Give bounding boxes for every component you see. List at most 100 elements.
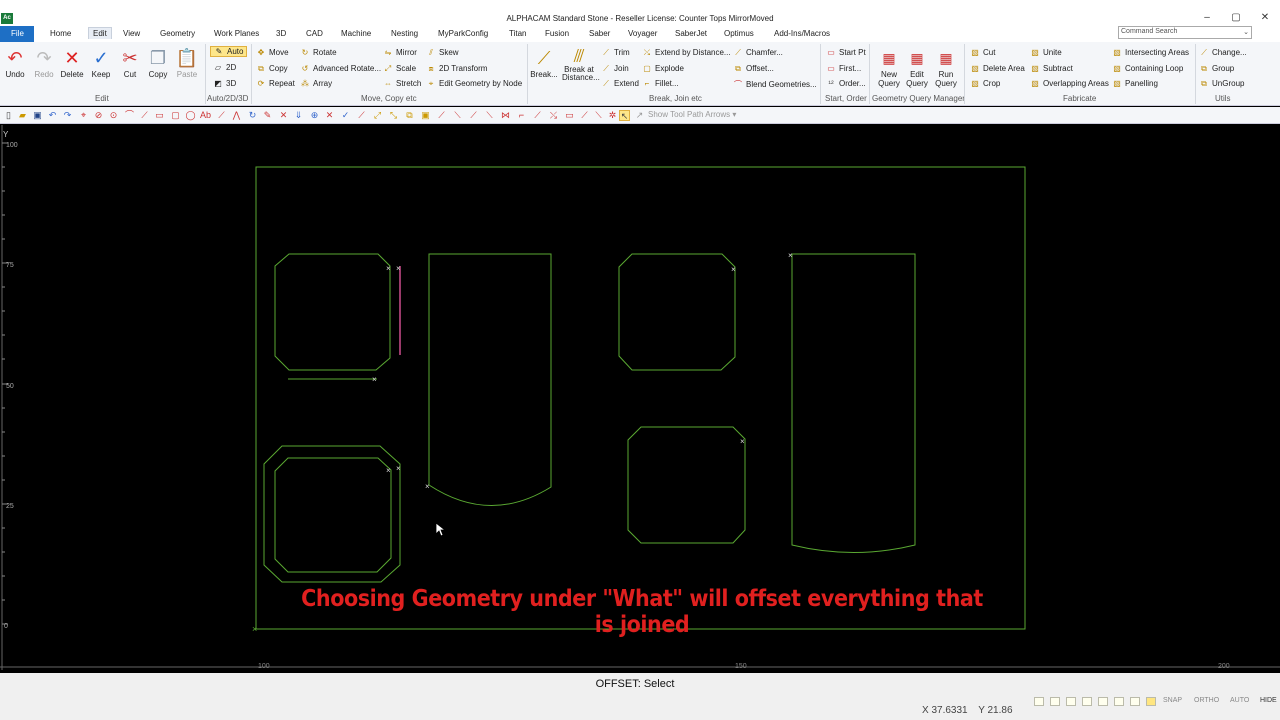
- tool-icon[interactable]: ▣: [420, 110, 431, 121]
- mirror-button[interactable]: ⇋ Mirror: [383, 48, 417, 57]
- extend-by-distance-button[interactable]: ⤯ Extend by Distance...: [642, 48, 731, 58]
- subtract-button[interactable]: ▧ Subtract: [1030, 64, 1073, 73]
- tab-myparkconfig[interactable]: MyParkConfig: [438, 29, 488, 38]
- tab-voyager[interactable]: Voyager: [628, 29, 657, 38]
- tool-icon[interactable]: ⧉: [404, 110, 415, 121]
- show-tool-path-arrows-toggle[interactable]: Show Tool Path Arrows ▾: [648, 110, 736, 119]
- intersecting-areas-button[interactable]: ▧ Intersecting Areas: [1112, 48, 1189, 57]
- status-toggle-icon[interactable]: [1082, 697, 1092, 706]
- u-shape-part[interactable]: [428, 253, 552, 506]
- tab-fusion[interactable]: Fusion: [545, 29, 569, 38]
- array-button[interactable]: ⁂ Array: [300, 79, 332, 88]
- tool-icon[interactable]: ⟍: [593, 110, 604, 121]
- tool-icon[interactable]: ⟋: [356, 110, 367, 121]
- panelling-button[interactable]: ▧ Panelling: [1112, 79, 1158, 88]
- zoom-icon[interactable]: ⊕: [309, 110, 320, 121]
- extend-button[interactable]: ⟋ Extend: [601, 79, 639, 89]
- group-button[interactable]: ⧉ Group: [1199, 64, 1234, 74]
- tab-geometry[interactable]: Geometry: [160, 29, 195, 38]
- redo-button[interactable]: ↷ Redo: [29, 46, 59, 79]
- blend-geometries-button[interactable]: ⌒ Blend Geometries...: [733, 79, 817, 90]
- tab-edit[interactable]: Edit: [88, 27, 112, 39]
- tool-icon[interactable]: ⟋: [436, 110, 447, 121]
- first-button[interactable]: ▭ First...: [826, 64, 861, 73]
- status-toggle-icon[interactable]: [1130, 697, 1140, 706]
- tab-saberjet[interactable]: SaberJet: [675, 29, 707, 38]
- status-toggle-icon[interactable]: [1050, 697, 1060, 706]
- redo-icon[interactable]: ↷: [62, 110, 73, 121]
- repeat-button[interactable]: ⟳ Repeat: [256, 79, 295, 88]
- hide-toggle[interactable]: HIDE: [1260, 697, 1277, 704]
- offset-octagon-outer[interactable]: [263, 445, 401, 583]
- ungroup-button[interactable]: ⧉ UnGroup: [1199, 79, 1244, 89]
- unite-button[interactable]: ▧ Unite: [1030, 48, 1061, 57]
- cut-button[interactable]: ✂ Cut: [115, 46, 145, 79]
- break-button[interactable]: ⟋ Break...: [529, 46, 559, 79]
- mode-3d-button[interactable]: ◩ 3D: [213, 79, 236, 88]
- undo-button[interactable]: ↶ Undo: [0, 46, 30, 79]
- crop-button[interactable]: ▧ Crop: [970, 79, 1000, 88]
- select-tool-icon[interactable]: ↖: [619, 110, 630, 121]
- fabricate-cut-button[interactable]: ▧ Cut: [970, 48, 995, 57]
- edit-icon[interactable]: ✎: [262, 110, 273, 121]
- keep-button[interactable]: ✓ Keep: [86, 46, 116, 79]
- square-tool-icon[interactable]: ▢: [170, 110, 181, 121]
- explode-button[interactable]: ▢ Explode: [642, 64, 684, 73]
- change-button[interactable]: ⟋ Change...: [1199, 48, 1247, 58]
- open-folder-icon[interactable]: ▰: [17, 110, 28, 121]
- save-icon[interactable]: ▣: [32, 110, 43, 121]
- text-tool-icon[interactable]: Ab: [200, 110, 211, 121]
- tool-icon[interactable]: ⌐: [516, 110, 527, 121]
- auto-button[interactable]: ✎ Auto: [210, 46, 248, 57]
- command-search-input[interactable]: Command Search ⌄: [1118, 26, 1252, 39]
- start-pt-button[interactable]: ▭ Start Pt: [826, 48, 865, 57]
- tool-path-arrows-icon[interactable]: ↗: [634, 110, 645, 121]
- tab-home[interactable]: Home: [50, 29, 71, 38]
- tool-icon[interactable]: ⤡: [388, 110, 399, 121]
- status-toggle-icon[interactable]: [1098, 697, 1108, 706]
- new-query-button[interactable]: ▦ New Query: [874, 46, 904, 88]
- chamfer-button[interactable]: ⟋ Chamfer...: [733, 48, 783, 58]
- tool-icon[interactable]: ⟍: [452, 110, 463, 121]
- fillet-button[interactable]: ⌐ Fillet...: [642, 79, 679, 88]
- run-query-button[interactable]: ▦ Run Query: [931, 46, 961, 88]
- move-down-icon[interactable]: ⇓: [293, 110, 304, 121]
- delete-icon[interactable]: ✕: [324, 110, 335, 121]
- u-shape-part[interactable]: [791, 253, 916, 553]
- octagon-part[interactable]: [618, 253, 736, 371]
- tool-icon[interactable]: ⟋: [532, 110, 543, 121]
- new-file-icon[interactable]: ▯: [3, 110, 14, 121]
- tool-icon[interactable]: ⤯: [548, 110, 559, 121]
- break-at-distance-button[interactable]: ⫻ Break at Distance...: [562, 46, 600, 82]
- ellipse-tool-icon[interactable]: ◯: [185, 110, 196, 121]
- move-button[interactable]: ✥ Move: [256, 48, 289, 57]
- tab-nesting[interactable]: Nesting: [391, 29, 418, 38]
- arc-tool-icon[interactable]: ⌒: [124, 110, 135, 121]
- status-toggle-icon[interactable]: [1146, 697, 1156, 706]
- copy-geometry-button[interactable]: ⧉ Copy: [256, 64, 288, 74]
- close-button[interactable]: ✕: [1258, 12, 1272, 23]
- polyline-tool-icon[interactable]: ⋀: [231, 110, 242, 121]
- delete-area-button[interactable]: ▧ Delete Area: [970, 64, 1025, 73]
- tab-work-planes[interactable]: Work Planes: [214, 29, 259, 38]
- advanced-rotate-button[interactable]: ↺ Advanced Rotate...: [300, 64, 381, 73]
- tab-file[interactable]: File: [0, 26, 34, 42]
- join-button[interactable]: ⟋ Join: [601, 64, 629, 74]
- tool-icon[interactable]: ⟍: [484, 110, 495, 121]
- containing-loop-button[interactable]: ▧ Containing Loop: [1112, 64, 1183, 73]
- snap-toggle[interactable]: SNAP: [1163, 697, 1182, 704]
- tool-icon[interactable]: ⋈: [500, 110, 511, 121]
- tab-view[interactable]: View: [123, 29, 140, 38]
- maximize-button[interactable]: ▢: [1229, 12, 1243, 23]
- transform-2d-button[interactable]: ⧈ 2D Transform: [426, 64, 487, 74]
- copy-button[interactable]: ❐ Copy: [143, 46, 173, 79]
- delete-button[interactable]: ✕ Delete: [57, 46, 87, 79]
- sheet-border[interactable]: [255, 166, 1026, 630]
- undo-icon[interactable]: ↶: [47, 110, 58, 121]
- edit-query-button[interactable]: ▦ Edit Query: [902, 46, 932, 88]
- tool-icon[interactable]: ⟋: [468, 110, 479, 121]
- scale-button[interactable]: ⤢ Scale: [383, 64, 416, 74]
- chevron-down-icon[interactable]: ⌄: [1243, 28, 1249, 36]
- circle-tool-icon[interactable]: ⊘: [93, 110, 104, 121]
- snap-icon[interactable]: ⌖: [78, 110, 89, 121]
